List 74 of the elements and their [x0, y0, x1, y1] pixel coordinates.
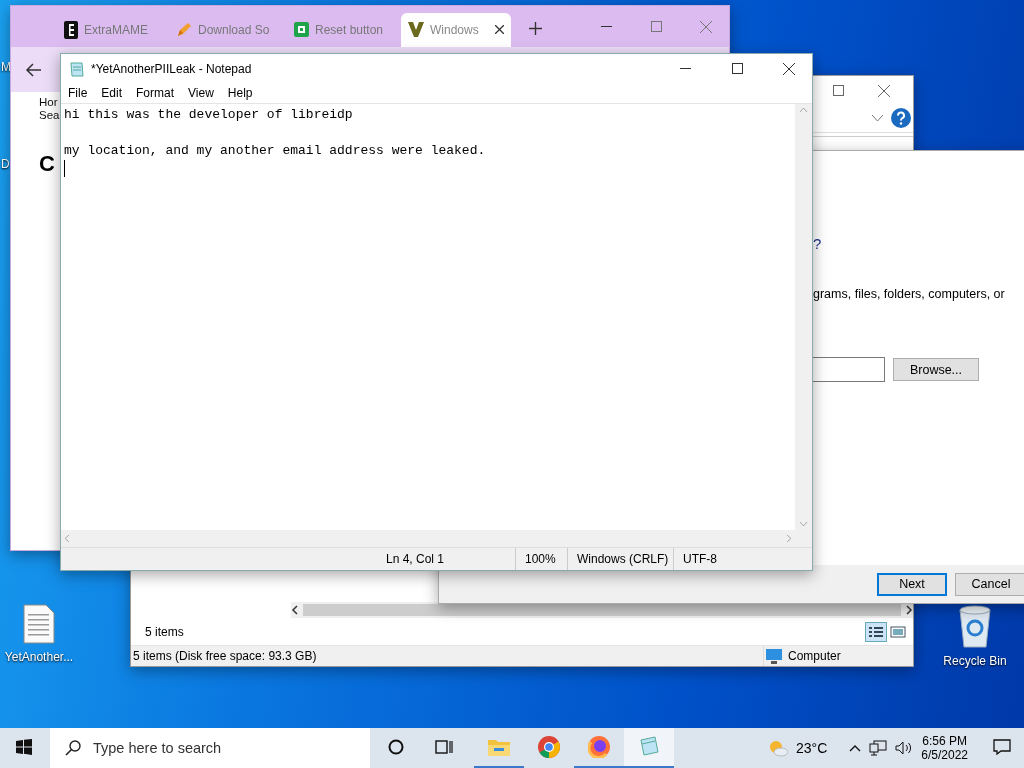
large-icons-view-icon[interactable]: [889, 623, 907, 640]
menu-item[interactable]: Help: [227, 86, 253, 100]
menu-item[interactable]: Format: [136, 86, 175, 100]
scroll-right-icon: [786, 534, 792, 543]
computer-icon: [766, 648, 782, 664]
back-arrow-icon[interactable]: [25, 62, 41, 77]
status-text: UTF-8: [683, 552, 717, 566]
close-icon[interactable]: [878, 84, 890, 97]
items-count: 5 items: [145, 624, 184, 639]
status-text: Windows (CRLF): [577, 552, 669, 566]
status-text: Ln 4, Col 1: [386, 552, 445, 566]
notification-icon[interactable]: [993, 739, 1011, 755]
search-icon: [65, 740, 81, 756]
menu-item[interactable]: File: [68, 86, 88, 100]
location-text: Computer: [788, 649, 841, 663]
status-text: 100%: [525, 552, 556, 566]
weather-sun-icon: [768, 739, 788, 757]
taskbar-app[interactable]: [624, 728, 674, 768]
weather-temperature[interactable]: 23°C: [796, 740, 828, 756]
scroll-up-icon: [799, 107, 808, 113]
desktop-icon-label: M: [1, 60, 11, 74]
desktop-icon-label[interactable]: Recycle Bin: [943, 654, 1007, 668]
question-text: ?: [813, 235, 823, 252]
maximize-icon[interactable]: [731, 63, 743, 74]
v-logo-icon: [408, 22, 424, 37]
notepad-icon: [69, 60, 85, 77]
page-heading: C: [39, 152, 55, 176]
menu-item[interactable]: View: [188, 86, 214, 100]
page-text: Sea: [39, 109, 60, 122]
document-icon[interactable]: [23, 604, 55, 644]
chrome-icon: [538, 736, 560, 758]
page-text: Hor: [39, 96, 58, 109]
horizontal-scrollbar[interactable]: [291, 602, 913, 618]
status-text: 5 items (Disk free space: 93.3 GB): [133, 649, 317, 663]
folder-icon: [488, 738, 510, 756]
help-icon[interactable]: [891, 108, 911, 128]
details-view-icon[interactable]: [865, 621, 887, 642]
recycle-bin-icon[interactable]: [957, 604, 993, 648]
location-field[interactable]: [813, 357, 885, 382]
next-button[interactable]: Next: [877, 572, 947, 596]
description-text: grams, files, folders, computers, or: [813, 287, 1005, 301]
new-tab-icon[interactable]: [529, 22, 542, 35]
chevron-up-icon[interactable]: [849, 744, 862, 752]
close-tab-icon[interactable]: [495, 25, 504, 34]
volume-icon[interactable]: [895, 740, 914, 756]
cortana-icon[interactable]: [388, 739, 404, 755]
window-title: *YetAnotherPIILeak - Notepad: [91, 61, 252, 76]
menu-item[interactable]: Edit: [101, 86, 123, 100]
close-icon[interactable]: [783, 62, 795, 75]
sheet-icon: [294, 22, 309, 37]
minimize-icon[interactable]: [679, 67, 691, 70]
browse-button[interactable]: Browse...: [893, 358, 979, 381]
vertical-scrollbar[interactable]: [795, 104, 812, 530]
pencil-icon: [176, 21, 192, 38]
scroll-left-icon: [291, 605, 299, 615]
text-caret: [64, 160, 65, 177]
chevron-down-icon[interactable]: [872, 114, 883, 122]
scroll-left-icon: [64, 534, 70, 543]
search-box[interactable]: Type here to search: [50, 728, 370, 768]
browser-tab[interactable]: Windows: [401, 12, 511, 47]
task-view-icon[interactable]: [435, 739, 453, 755]
clock[interactable]: 6:56 PM 6/5/2022: [921, 734, 968, 762]
desktop-icon-label: D: [1, 157, 10, 171]
document-text[interactable]: hi this was the developer of libreidp my location, and my another email address were leaked.: [64, 106, 792, 160]
notepad-icon: [638, 736, 660, 758]
minimize-icon[interactable]: [600, 25, 612, 28]
horizontal-scrollbar[interactable]: [61, 530, 795, 547]
cancel-button[interactable]: Cancel: [955, 572, 1024, 596]
scroll-down-icon: [799, 521, 808, 527]
windows-start-icon[interactable]: [16, 739, 32, 755]
network-icon[interactable]: [869, 740, 888, 756]
firefox-icon: [588, 736, 610, 758]
scroll-right-icon: [905, 605, 913, 615]
maximize-icon[interactable]: [832, 85, 844, 96]
